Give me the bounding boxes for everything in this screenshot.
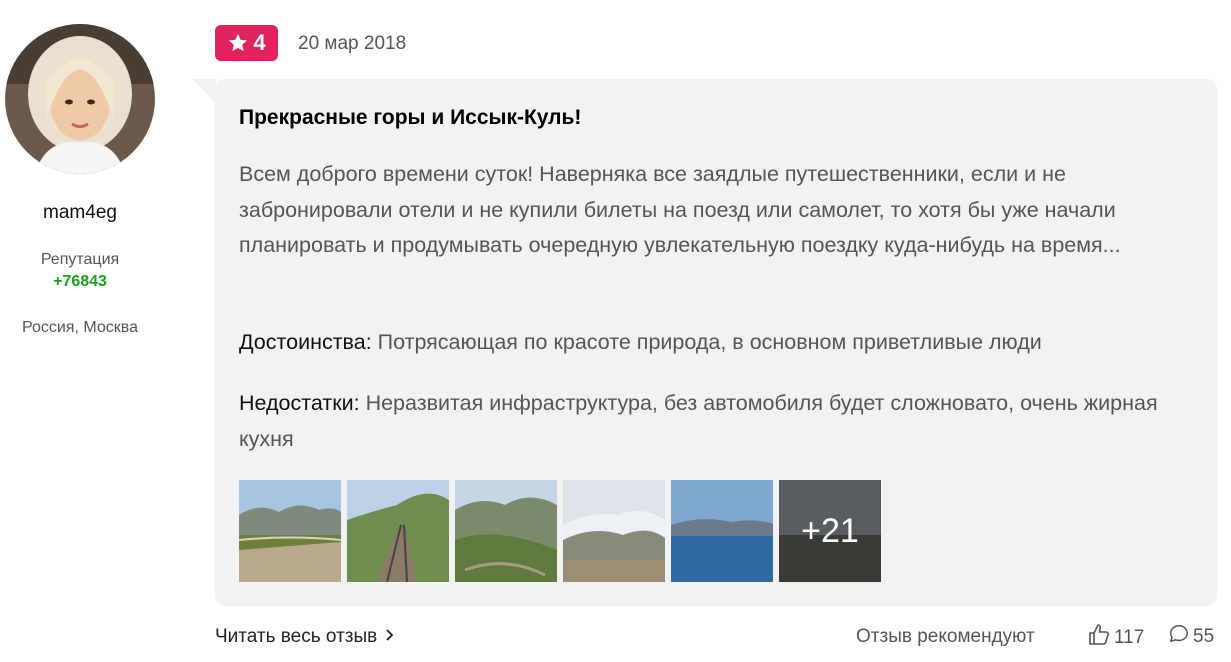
reputation-value: +76843 [53,273,107,290]
comments-count: 55 [1193,626,1215,647]
likes-count: 117 [1114,627,1145,648]
comments-button[interactable]: 55 [1168,623,1214,651]
star-icon [227,32,249,54]
photo-strip: +21 [239,480,881,582]
more-photos-count: +21 [801,511,859,550]
reputation-label: Репутация [40,251,120,268]
chevron-right-icon [385,626,395,648]
read-more-label: Читать весь отзыв [215,626,378,647]
pros-label: Достоинства: [239,330,372,354]
cons-label: Недостатки: [239,391,360,415]
cons-text: Неразвитая инфраструктура, без автомобил… [239,391,1158,451]
review-text: Всем доброго времени суток! Наверняка вс… [239,162,1121,257]
review-title[interactable]: Прекрасные горы и Иссык-Куль! [239,106,581,130]
photo-thumbnail[interactable] [347,480,449,582]
photo-thumbnail[interactable] [671,480,773,582]
author-avatar[interactable] [5,24,155,174]
review-pros: Достоинства: Потрясающая по красоте прир… [239,325,1204,361]
comment-icon [1168,623,1190,651]
pros-text: Потрясающая по красоте природа, в основн… [377,330,1042,354]
rating-badge: 4 [215,25,278,61]
review-cons: Недостатки: Неразвитая инфраструктура, б… [239,386,1204,457]
photo-thumbnail[interactable] [239,480,341,582]
thumbs-up-icon [1087,623,1111,653]
photo-thumbnail[interactable] [455,480,557,582]
rating-value: 4 [253,30,266,55]
author-location: Россия, Москва [22,319,138,336]
like-button[interactable]: 117 [1087,623,1144,653]
read-more-link[interactable]: Читать весь отзыв [215,626,395,648]
author-name[interactable]: mam4eg [0,202,160,224]
recommend-label: Отзыв рекомендуют [856,626,1035,647]
review-date: 20 мар 2018 [298,33,407,54]
photo-thumbnail-more[interactable]: +21 [779,480,881,582]
bubble-tail [192,79,216,103]
photo-thumbnail[interactable] [563,480,665,582]
